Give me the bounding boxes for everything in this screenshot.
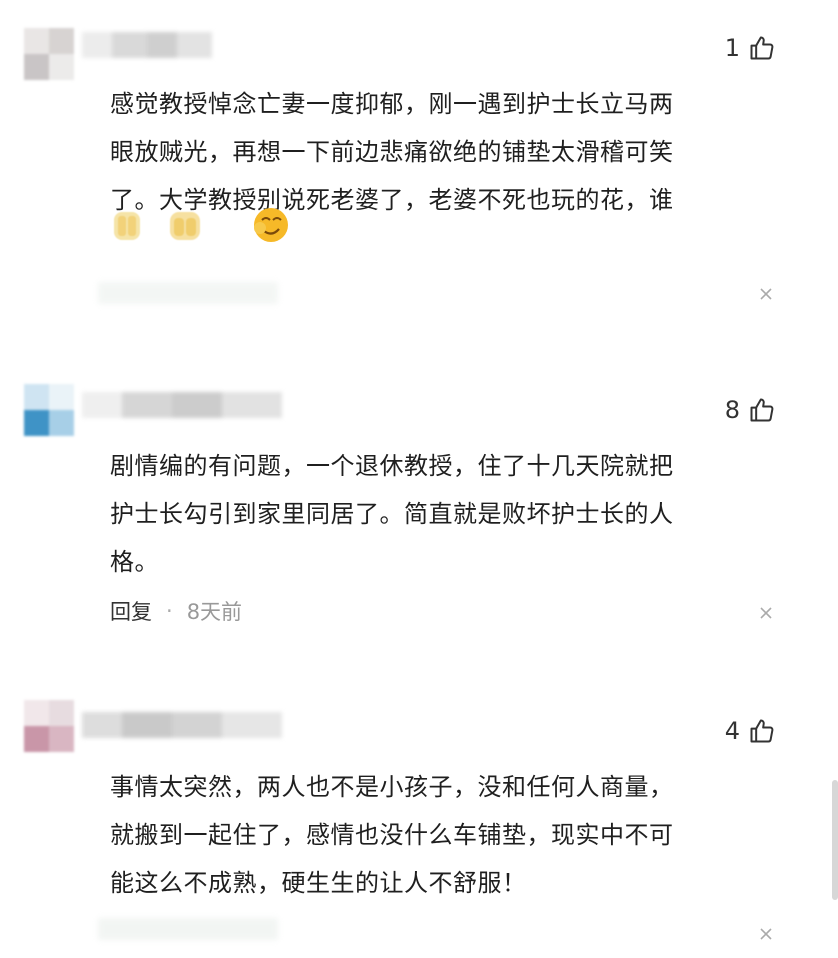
username-blurred[interactable] — [82, 392, 282, 418]
emoji-row — [108, 206, 290, 244]
comment-text: 剧情编的有问题，一个退休教授，住了十几天院就把 护士长勾引到家里同居了。简直就是… — [110, 452, 674, 576]
reply-row-blurred — [98, 912, 278, 946]
username-blurred[interactable] — [82, 712, 282, 738]
scrollbar[interactable] — [832, 780, 838, 900]
smirk-emoji-icon — [254, 208, 288, 242]
close-icon[interactable] — [758, 286, 774, 302]
like-count: 8 — [724, 396, 740, 424]
pray-emoji-icon — [114, 212, 140, 240]
username-blurred[interactable] — [82, 32, 212, 58]
like-count: 1 — [724, 34, 740, 62]
avatar[interactable] — [24, 28, 74, 80]
like-button[interactable]: 4 — [725, 717, 776, 745]
like-button[interactable]: 1 — [725, 34, 776, 62]
like-button[interactable]: 8 — [725, 396, 776, 424]
thumbs-up-icon — [750, 36, 774, 60]
thumbs-up-icon — [750, 719, 774, 743]
comment-meta: 回复 · 8天前 — [110, 596, 242, 626]
separator-dot: · — [166, 599, 173, 623]
timestamp: 8天前 — [186, 600, 243, 624]
reply-button[interactable]: 回复 — [110, 596, 152, 626]
close-icon[interactable] — [758, 605, 774, 621]
pray-emoji-icon — [170, 212, 200, 240]
thumbs-up-icon — [750, 398, 774, 422]
avatar[interactable] — [24, 384, 74, 436]
reply-row-blurred — [98, 276, 278, 310]
close-icon[interactable] — [758, 926, 774, 942]
comment-text: 事情太突然，两人也不是小孩子，没和任何人商量， 就搬到一起住了，感情也没什么车铺… — [110, 773, 674, 897]
like-count: 4 — [724, 717, 740, 745]
comment-text: 感觉教授悼念亡妻一度抑郁，刚一遇到护士长立马两 眼放贼光，再想一下前边悲痛欲绝的… — [110, 90, 674, 214]
avatar[interactable] — [24, 700, 74, 752]
